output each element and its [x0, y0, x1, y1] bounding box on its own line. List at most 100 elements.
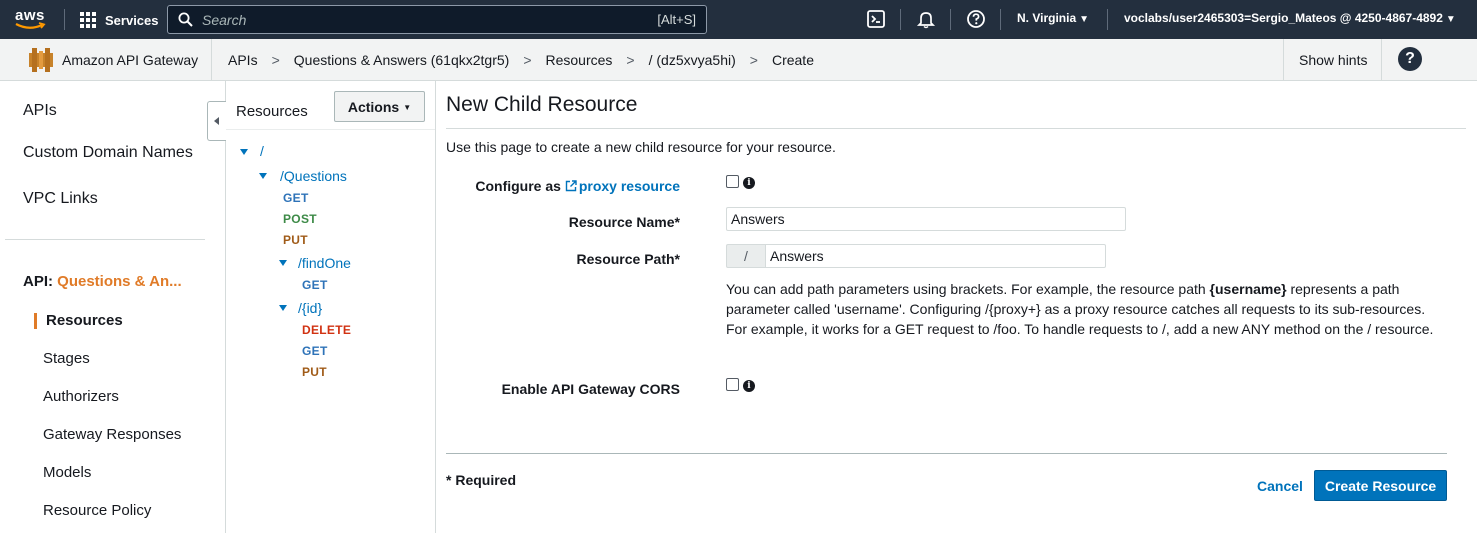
- cloudshell-icon[interactable]: [866, 9, 886, 29]
- info-icon[interactable]: i: [743, 177, 755, 189]
- account-label: voclabs/user2465303=Sergio_Mateos @ 4250…: [1124, 11, 1443, 25]
- resource-path-label: Resource Path*: [576, 251, 680, 267]
- expand-triangle-icon[interactable]: [279, 260, 287, 266]
- configure-as-text: Configure as: [475, 178, 561, 194]
- sidebar-item-models[interactable]: Models: [43, 464, 91, 481]
- breadcrumb-api[interactable]: Questions & Answers (61qkx2tgr5): [294, 52, 510, 68]
- intro-text: Use this page to create a new child reso…: [446, 139, 836, 155]
- breadcrumb-apis[interactable]: APIs: [228, 52, 258, 68]
- breadcrumb-current: Create: [771, 52, 814, 68]
- breadcrumb-separator: >: [523, 52, 532, 68]
- search-input[interactable]: [202, 10, 602, 29]
- search-shortcut: [Alt+S]: [657, 12, 696, 27]
- search-box[interactable]: [Alt+S]: [167, 5, 707, 34]
- top-navigation-bar: aws Services [Alt+S] N. Virgi: [0, 0, 1477, 39]
- api-gateway-logo-icon: [29, 48, 53, 72]
- breadcrumb-resources[interactable]: Resources: [546, 52, 613, 68]
- cors-checkbox[interactable]: [726, 378, 739, 391]
- services-label: Services: [105, 12, 159, 28]
- tree-resource-id[interactable]: /{id}: [298, 300, 322, 316]
- sidebar-item-custom-domain-names[interactable]: Custom Domain Names: [23, 144, 193, 162]
- header-divider: [211, 39, 212, 80]
- active-indicator: [34, 313, 37, 329]
- actions-dropdown-button[interactable]: Actions ▼: [334, 91, 425, 122]
- service-header-bar: Amazon API Gateway APIs > Questions & Answ…: [0, 39, 1477, 81]
- info-icon[interactable]: i: [743, 380, 755, 392]
- help-text-param: {username}: [1209, 281, 1287, 297]
- breadcrumb-separator: >: [271, 52, 280, 68]
- cors-label: Enable API Gateway CORS: [501, 381, 680, 397]
- sidebar-item-authorizers[interactable]: Authorizers: [43, 388, 119, 405]
- tree-method-put[interactable]: PUT: [302, 365, 327, 379]
- sidebar-item-stages[interactable]: Stages: [43, 350, 90, 367]
- proxy-resource-link-text: proxy resource: [578, 178, 680, 194]
- resource-path-prefix: /: [726, 244, 766, 268]
- nav-divider: [1000, 9, 1001, 30]
- nav-divider: [1107, 9, 1108, 30]
- services-menu-button[interactable]: Services: [80, 10, 159, 30]
- service-name-link[interactable]: Amazon API Gateway: [62, 52, 198, 68]
- expand-triangle-icon[interactable]: [240, 149, 248, 155]
- expand-triangle-icon[interactable]: [279, 305, 287, 311]
- help-icon[interactable]: ?: [1398, 47, 1422, 71]
- resources-tree-panel: Resources Actions ▼ / /Questions GET POST…: [226, 81, 436, 533]
- search-icon: [178, 12, 193, 27]
- account-menu[interactable]: voclabs/user2465303=Sergio_Mateos @ 4250…: [1124, 11, 1456, 25]
- api-name-link[interactable]: Questions & An...: [57, 273, 181, 290]
- nav-divider: [950, 9, 951, 30]
- tree-method-get[interactable]: GET: [302, 278, 328, 292]
- actions-label: Actions: [347, 98, 400, 115]
- tree-method-get[interactable]: GET: [283, 191, 309, 205]
- sidebar-item-resource-policy[interactable]: Resource Policy: [43, 502, 151, 519]
- tree-method-post[interactable]: POST: [283, 212, 317, 226]
- region-selector[interactable]: N. Virginia ▼: [1017, 11, 1089, 25]
- breadcrumb-separator: >: [626, 52, 635, 68]
- header-divider: [1283, 39, 1284, 80]
- create-resource-button[interactable]: Create Resource: [1314, 470, 1447, 501]
- nav-divider: [64, 9, 65, 30]
- resource-name-input[interactable]: [726, 207, 1126, 231]
- proxy-resource-checkbox[interactable]: [726, 175, 739, 188]
- breadcrumb-root-resource[interactable]: / (dz5xvya5hi): [649, 52, 736, 68]
- proxy-resource-label: Configure as proxy resource: [475, 178, 680, 194]
- required-note: * Required: [446, 472, 517, 488]
- aws-smile-icon: [15, 22, 46, 29]
- sidebar-item-gateway-responses[interactable]: Gateway Responses: [43, 426, 181, 443]
- tree-resource-questions[interactable]: /Questions: [280, 168, 347, 184]
- external-link-icon: [565, 180, 577, 192]
- resources-panel-title: Resources: [236, 103, 308, 120]
- tree-method-put[interactable]: PUT: [283, 233, 308, 247]
- bell-icon[interactable]: [916, 9, 936, 29]
- sidebar-api-label: API: Questions & An...: [23, 273, 182, 290]
- tree-resource-findone[interactable]: /findOne: [298, 255, 351, 271]
- page-title: New Child Resource: [446, 93, 638, 116]
- tree-header-divider: [226, 129, 435, 130]
- breadcrumb: APIs > Questions & Answers (61qkx2tgr5) > Re…: [228, 52, 814, 68]
- breadcrumb-separator: >: [749, 52, 758, 68]
- help-text-part-1: You can add path parameters using bracke…: [726, 281, 1206, 297]
- tree-resource-root[interactable]: /: [260, 143, 264, 159]
- sidebar-item-apis[interactable]: APIs: [23, 102, 57, 120]
- api-prefix: API:: [23, 273, 53, 290]
- proxy-resource-link[interactable]: proxy resource: [565, 178, 680, 194]
- show-hints-button[interactable]: Show hints: [1299, 52, 1367, 68]
- resource-path-input[interactable]: [765, 244, 1106, 268]
- region-label: N. Virginia: [1017, 11, 1077, 25]
- expand-triangle-icon[interactable]: [259, 173, 267, 179]
- sidebar-item-resources[interactable]: Resources: [46, 312, 123, 329]
- form-footer-divider: [446, 453, 1447, 454]
- header-divider: [1381, 39, 1382, 80]
- help-circle-icon[interactable]: [966, 9, 986, 29]
- caret-down-icon: ▼: [403, 103, 412, 113]
- left-sidebar: APIs Custom Domain Names VPC Links API: …: [0, 81, 226, 533]
- aws-logo[interactable]: aws: [14, 5, 48, 33]
- sidebar-item-vpc-links[interactable]: VPC Links: [23, 190, 98, 208]
- caret-down-icon: ▼: [1079, 14, 1090, 25]
- collapse-sidebar-button[interactable]: [207, 101, 226, 141]
- chevron-left-icon: [214, 117, 219, 125]
- cancel-button[interactable]: Cancel: [1257, 478, 1303, 494]
- resource-name-label: Resource Name*: [568, 214, 680, 230]
- tree-method-get[interactable]: GET: [302, 344, 328, 358]
- tree-method-delete[interactable]: DELETE: [302, 323, 351, 337]
- resource-path-help-text: You can add path parameters using bracke…: [726, 279, 1446, 339]
